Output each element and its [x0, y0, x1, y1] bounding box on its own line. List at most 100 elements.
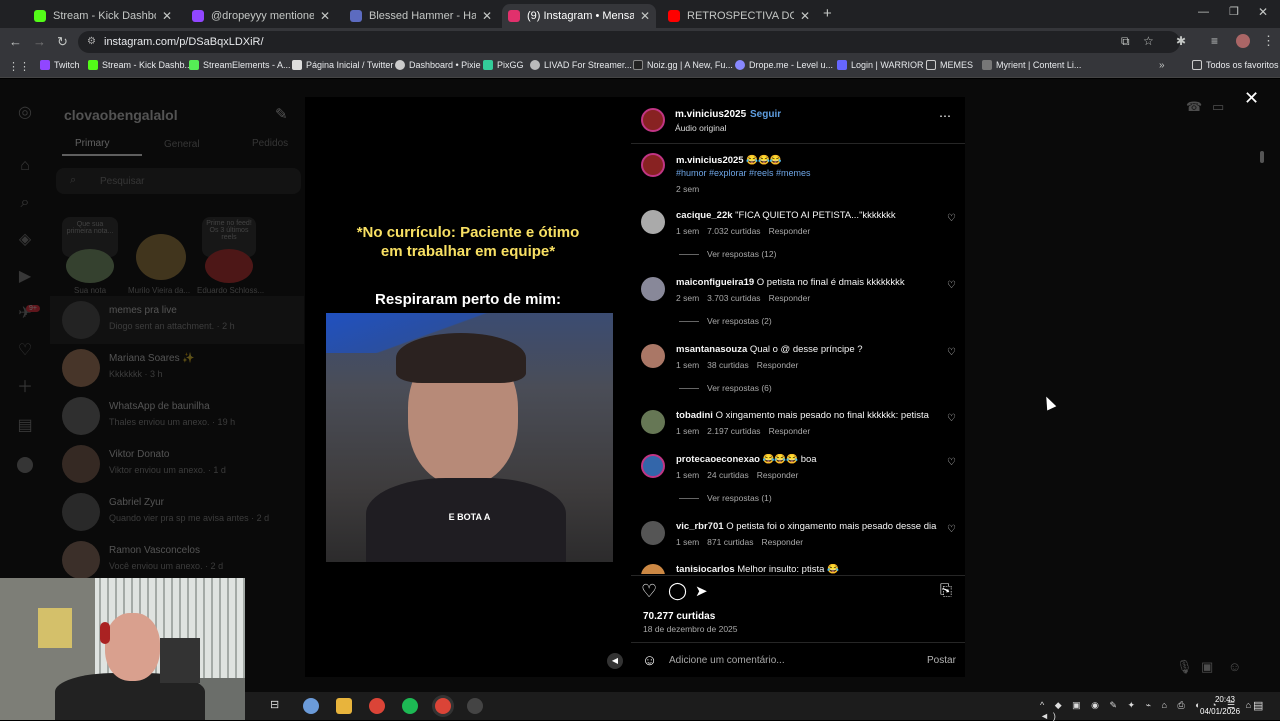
avatar[interactable] — [641, 521, 665, 545]
like-heart-icon[interactable]: ♡ — [947, 524, 956, 535]
image-icon[interactable]: ▣ — [1201, 659, 1213, 675]
mute-icon[interactable]: ◀ — [607, 653, 623, 669]
comment-likes[interactable]: 24 curtidas — [707, 470, 749, 480]
thread-item[interactable]: WhatsApp de baunilha Thales enviou um ane… — [62, 397, 292, 441]
bookmark-item[interactable]: Dashboard • Pixie — [395, 60, 481, 70]
all-bookmarks-folder[interactable]: Todos os favoritos — [1192, 60, 1279, 70]
avatar[interactable] — [641, 410, 665, 434]
browser-tab[interactable]: @dropeyyy mentioned you✕ — [186, 4, 336, 28]
site-info-icon[interactable]: ⚙ — [87, 31, 96, 53]
browser-tab-active[interactable]: (9) Instagram • Mensagens✕ — [502, 4, 656, 28]
like-heart-icon[interactable]: ♡ — [947, 413, 956, 424]
view-replies-button[interactable]: Ver respostas (12) — [679, 249, 776, 259]
search-input[interactable]: ⌕ Pesquisar — [56, 168, 301, 194]
url-bar[interactable]: ⚙ instagram.com/p/DSaBqxLDXiR/ — [78, 31, 1180, 53]
task-view-icon[interactable]: ⊟ — [270, 698, 286, 714]
comment-username[interactable]: maiconfigueira19 — [676, 277, 754, 288]
bookmark-item[interactable]: LIVAD For Streamer... — [530, 60, 632, 70]
post-comment-button[interactable]: Postar — [927, 655, 956, 666]
avatar[interactable] — [641, 564, 665, 574]
comment-username[interactable]: tobadini — [676, 410, 713, 421]
minimize-button[interactable]: — — [1198, 6, 1209, 18]
phone-icon[interactable]: ☎ — [1186, 99, 1202, 115]
sticker-icon[interactable]: ☺ — [1228, 659, 1241, 674]
bookmark-item[interactable]: Drope.me - Level u... — [735, 60, 833, 70]
author-avatar[interactable] — [641, 108, 665, 132]
obs-icon[interactable] — [467, 698, 483, 714]
clock-date[interactable]: 04/01/2026 — [1200, 707, 1240, 716]
bookmark-item[interactable]: PixGG — [483, 60, 524, 70]
browser-tab[interactable]: Blessed Hammer - Hammerkun✕ — [344, 4, 498, 28]
audio-label[interactable]: Áudio original — [675, 123, 727, 133]
chrome-icon[interactable] — [369, 698, 385, 714]
search-icon[interactable]: ⌕ — [16, 194, 34, 212]
bookmark-item[interactable]: Login | WARRIOR — [837, 60, 924, 70]
dashboard-icon[interactable]: ▤ — [16, 417, 34, 435]
bookmark-item[interactable]: Twitch — [40, 60, 80, 70]
view-replies-button[interactable]: Ver respostas (6) — [679, 383, 772, 393]
video-call-icon[interactable]: ▭ — [1212, 99, 1224, 115]
browser-tab[interactable]: Stream - Kick Dashboard✕ — [28, 4, 178, 28]
close-window-button[interactable]: ✕ — [1258, 5, 1268, 19]
tab-general[interactable]: General — [164, 139, 200, 150]
explore-icon[interactable]: ◈ — [16, 231, 34, 249]
notifications-icon[interactable]: ♡ — [16, 342, 34, 360]
emoji-icon[interactable]: ☺ — [642, 652, 657, 669]
thread-item[interactable]: Mariana Soares ✨ Kkkkkkk · 3 h — [62, 349, 292, 393]
comment-username[interactable]: protecaoeconexao — [676, 454, 760, 465]
comment-likes[interactable]: 2.197 curtidas — [707, 426, 760, 436]
maximize-button[interactable]: ❐ — [1229, 5, 1239, 18]
close-icon[interactable]: ✕ — [640, 9, 650, 23]
bookmark-item[interactable]: Noiz.gg | A New, Fu... — [633, 60, 733, 70]
profile-avatar[interactable] — [1236, 34, 1250, 48]
comment-likes[interactable]: 38 curtidas — [707, 360, 749, 370]
like-heart-icon[interactable]: ♡ — [947, 280, 956, 291]
reply-button[interactable]: Responder — [757, 360, 799, 370]
browser-tab[interactable]: RETROSPECTIVA DO FUTEBOL✕ — [662, 4, 816, 28]
share-icon[interactable]: ➤ — [695, 582, 708, 600]
comment-likes[interactable]: 871 curtidas — [707, 537, 753, 547]
like-heart-icon[interactable]: ♡ — [947, 213, 956, 224]
follow-button[interactable]: Seguir — [750, 109, 781, 120]
avatar[interactable] — [641, 277, 665, 301]
like-heart-icon[interactable]: ♡ — [947, 457, 956, 468]
save-icon[interactable]: ⎘ — [940, 582, 952, 599]
instagram-logo-icon[interactable]: ◎ — [16, 104, 34, 122]
home-icon[interactable]: ⌂ — [16, 157, 34, 175]
comment-icon[interactable]: ◯ — [668, 581, 687, 601]
reply-button[interactable]: Responder — [757, 470, 799, 480]
thread-item[interactable]: memes pra live Diogo sent an attachment. … — [62, 301, 292, 345]
microphone-icon[interactable]: 🎙 — [1176, 659, 1193, 675]
note-avatar[interactable] — [205, 249, 253, 283]
like-heart-icon[interactable]: ♡ — [947, 347, 956, 358]
new-tab-button[interactable]: + — [823, 5, 832, 22]
menu-icon[interactable]: ⋮ — [1262, 33, 1275, 49]
view-replies-button[interactable]: Ver respostas (1) — [679, 493, 772, 503]
cast-icon[interactable]: ⧉ — [1121, 34, 1130, 49]
comment-likes[interactable]: 7.032 curtidas — [707, 226, 760, 236]
like-icon[interactable]: ♡ — [641, 581, 657, 602]
view-replies-button[interactable]: Ver respostas (2) — [679, 316, 772, 326]
reply-button[interactable]: Responder — [769, 293, 811, 303]
thread-item[interactable]: Viktor Donato Viktor enviou um anexo. · 1… — [62, 445, 292, 489]
system-tray[interactable]: ^ ◆ ▣ ◉ ✎ ✦ ⌁ ⌂ ⎙ ◐ ◔ ☰ ⌂ ◄) — [1040, 700, 1280, 721]
close-icon[interactable]: ✕ — [800, 9, 810, 23]
reply-button[interactable]: Responder — [769, 226, 811, 236]
comment-username[interactable]: cacique_22k — [676, 210, 733, 221]
close-icon[interactable]: ✕ — [162, 9, 172, 23]
media-icon[interactable]: ≡ — [1211, 34, 1218, 48]
comment-input[interactable]: Adicione um comentário... — [669, 655, 785, 666]
reply-button[interactable]: Responder — [769, 426, 811, 436]
author-avatar[interactable] — [641, 153, 665, 177]
close-icon[interactable]: ✕ — [320, 9, 330, 23]
author-username[interactable]: m.vinicius2025 — [675, 109, 746, 120]
reply-button[interactable]: Responder — [761, 537, 803, 547]
note-avatar[interactable] — [136, 234, 186, 280]
extensions-icon[interactable]: ✱ — [1176, 34, 1186, 48]
note-avatar[interactable] — [66, 249, 114, 283]
new-message-icon[interactable]: ✎ — [275, 105, 288, 123]
scrollbar[interactable] — [1260, 151, 1264, 163]
create-icon[interactable]: ＋ — [16, 379, 34, 397]
bookmark-item[interactable]: Página Inicial / Twitter — [292, 60, 393, 70]
notifications-icon[interactable]: ▤ — [1253, 699, 1263, 712]
